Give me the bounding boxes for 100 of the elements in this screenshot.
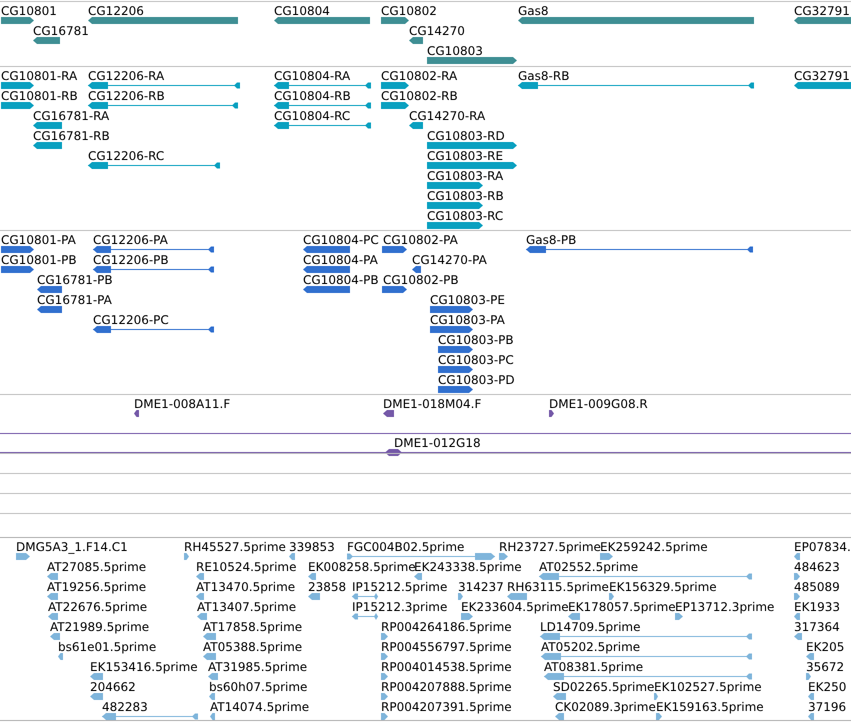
feature-glyph[interactable] <box>88 162 220 169</box>
feature-label: CG10802-RA <box>381 69 458 83</box>
feature-label: CG10801-PA <box>1 233 76 247</box>
feature-glyph[interactable] <box>93 246 214 253</box>
feature-label: EK178057.5prime <box>568 600 676 614</box>
feature-glyph[interactable] <box>274 82 371 89</box>
feature-glyph[interactable] <box>274 17 370 24</box>
feature-glyph[interactable] <box>382 286 407 293</box>
feature-label: DME1-012G18 <box>394 436 481 450</box>
feature-glyph[interactable] <box>93 326 214 333</box>
feature-label: RP004014538.5prime <box>381 660 512 674</box>
feature-glyph[interactable] <box>88 102 238 109</box>
feature-glyph[interactable] <box>430 306 473 313</box>
feature-label: RP004556797.5prime <box>381 640 512 654</box>
feature-label: CG10801-PB <box>1 253 77 267</box>
feature-glyph[interactable] <box>409 122 423 129</box>
feature-label: Gas8 <box>518 4 549 18</box>
feature-glyph[interactable] <box>1 102 34 109</box>
feature-label: CG14270-PA <box>412 253 487 267</box>
feature-glyph[interactable] <box>88 82 240 89</box>
feature-glyph[interactable] <box>303 286 350 293</box>
feature-label: EK243338.5prime <box>414 560 522 574</box>
feature-label: CG12206 <box>88 4 144 18</box>
feature-label: EK233604.5prime <box>461 600 569 614</box>
feature-label: 482283 <box>102 700 148 714</box>
feature-label: CG10803-RB <box>427 189 504 203</box>
feature-glyph[interactable] <box>412 266 421 273</box>
feature-label: AT19256.5prime <box>47 580 146 594</box>
feature-glyph[interactable] <box>427 222 483 229</box>
feature-glyph[interactable] <box>33 37 60 44</box>
feature-label: 317364 <box>794 620 840 634</box>
feature-label: 204662 <box>90 680 136 694</box>
feature-glyph[interactable] <box>303 246 350 253</box>
feature-glyph[interactable] <box>37 286 62 293</box>
feature-glyph[interactable] <box>1 246 34 253</box>
feature-label: CG14270 <box>409 24 465 38</box>
feature-label: CG10801-RA <box>1 69 78 83</box>
feature-label: 37196 <box>808 700 846 714</box>
feature-label: AT31985.5prime <box>208 660 308 674</box>
feature-label: EK008258.5prime <box>308 560 416 574</box>
feature-glyph[interactable] <box>37 306 62 313</box>
feature-label: EK250 <box>808 680 846 694</box>
feature-glyph[interactable] <box>1 82 34 89</box>
feature-label: CG10803-RC <box>427 209 504 223</box>
feature-label: bs61e01.5prime <box>58 640 156 654</box>
feature-label: CG16781-PA <box>37 293 112 307</box>
feature-label: CG16781-RA <box>33 109 110 123</box>
feature-glyph[interactable] <box>549 410 554 417</box>
feature-glyph[interactable] <box>381 102 409 109</box>
feature-label: DME1-008A11.F <box>134 397 230 411</box>
feature-glyph[interactable] <box>427 142 517 149</box>
feature-label: EK1933 <box>794 600 840 614</box>
feature-glyph[interactable] <box>438 386 473 393</box>
feature-label: AT27085.5prime <box>47 560 146 574</box>
feature-glyph[interactable] <box>33 122 62 129</box>
feature-glyph[interactable] <box>381 82 409 89</box>
feature-glyph[interactable] <box>383 410 394 417</box>
feature-glyph[interactable] <box>381 17 409 24</box>
feature-label: EK156329.5prime <box>609 580 717 594</box>
feature-label: RH63115.5prime <box>507 580 609 594</box>
feature-glyph[interactable] <box>385 449 402 456</box>
feature-label: CG10803-RA <box>427 169 504 183</box>
feature-glyph[interactable] <box>518 82 754 89</box>
feature-label: EK153416.5prime <box>90 660 198 674</box>
feature-glyph[interactable] <box>427 182 483 189</box>
feature-label: AT21989.5prime <box>50 620 150 634</box>
feature-label: AT22676.5prime <box>48 600 148 614</box>
feature-glyph[interactable] <box>427 57 517 64</box>
feature-glyph[interactable] <box>33 142 62 149</box>
feature-label: CG10804-PC <box>303 233 379 247</box>
feature-label: CG12206-PB <box>93 253 169 267</box>
feature-label: EK205 <box>806 640 844 654</box>
feature-label: CG10801-RB <box>1 89 78 103</box>
feature-label: CG10803-PB <box>438 333 514 347</box>
feature-glyph[interactable] <box>274 102 371 109</box>
feature-glyph[interactable] <box>430 326 473 333</box>
feature-glyph[interactable] <box>526 246 753 253</box>
feature-label: CG10803-RD <box>427 129 505 143</box>
feature-glyph[interactable] <box>274 122 371 129</box>
feature-glyph[interactable] <box>1 17 34 24</box>
feature-glyph[interactable] <box>303 266 350 273</box>
feature-glyph[interactable] <box>409 37 423 44</box>
feature-label: CG14270-RA <box>409 109 486 123</box>
feature-glyph[interactable] <box>1 266 34 273</box>
feature-label: RP004264186.5prime <box>381 620 512 634</box>
feature-glyph[interactable] <box>93 266 214 273</box>
feature-glyph[interactable] <box>427 162 517 169</box>
feature-glyph[interactable] <box>427 202 483 209</box>
feature-glyph[interactable] <box>438 346 473 353</box>
feature-label: DME1-018M04.F <box>383 397 482 411</box>
feature-label: AT14074.5prime <box>210 700 310 714</box>
feature-label: RE10524.5prime <box>196 560 296 574</box>
feature-label: EP13712.3prime <box>675 600 774 614</box>
feature-glyph[interactable] <box>382 246 407 253</box>
feature-glyph[interactable] <box>134 410 139 417</box>
feature-glyph[interactable] <box>794 17 851 24</box>
feature-glyph[interactable] <box>794 82 851 89</box>
feature-label: AT13470.5prime <box>196 580 296 594</box>
feature-glyph[interactable] <box>438 366 473 373</box>
feature-label: CG12206-PA <box>93 233 168 247</box>
